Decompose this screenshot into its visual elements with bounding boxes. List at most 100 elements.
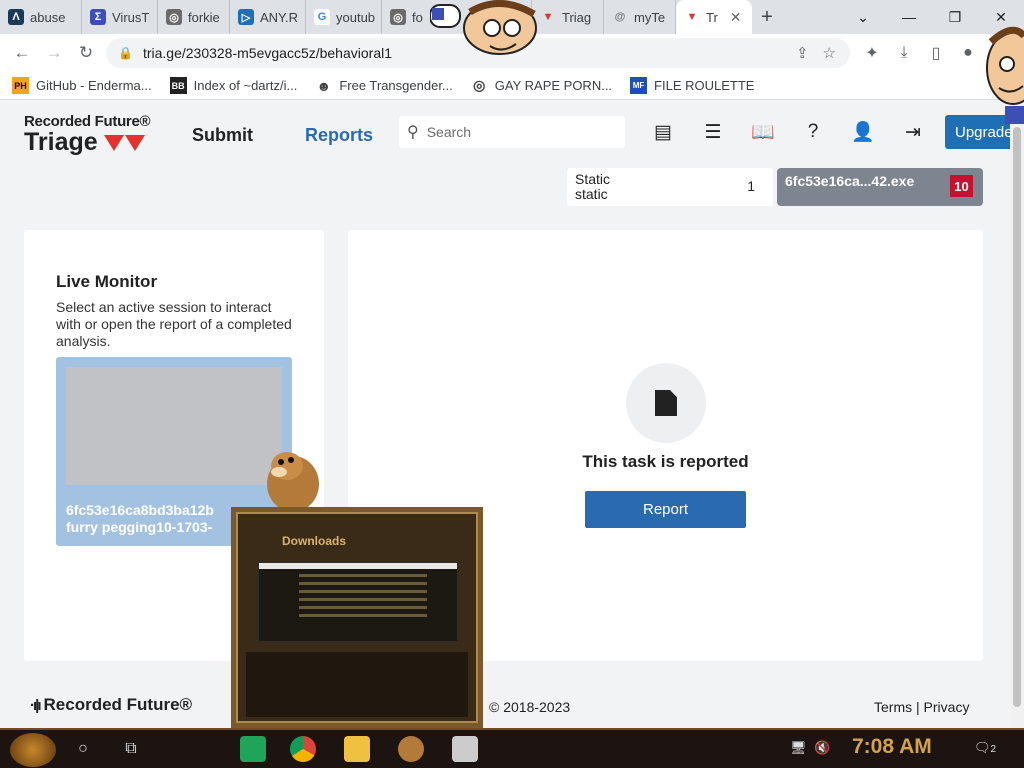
cartoon-face-icon (430, 0, 537, 55)
task-view-icon[interactable]: ⧉ (120, 738, 142, 760)
scrollbar-thumb[interactable] (1013, 127, 1021, 707)
tab-label: Triag (562, 9, 592, 25)
tab-label: youtub (336, 9, 376, 25)
bookmarks-bar: PH GitHub - Enderma... BB Index of ~dart… (0, 72, 1024, 100)
live-monitor-title: Live Monitor (56, 272, 158, 291)
tab-label: Tr (706, 9, 718, 25)
tab-search-icon[interactable]: ⌄ (840, 0, 886, 34)
search-input[interactable]: ⚲ Search (399, 116, 625, 148)
header-icons: ▤ ☰ 📖 ? 👤 ⇥ (650, 119, 926, 145)
live-monitor-description: Select an active session to interact wit… (56, 299, 292, 349)
logout-icon[interactable]: ⇥ (900, 119, 926, 145)
extensions-icon[interactable]: ✦ (862, 43, 882, 63)
start-button[interactable] (10, 733, 56, 767)
bookmark-favicon-icon: PH (12, 77, 29, 94)
tab-label: ANY.R (260, 9, 299, 25)
page-scrollbar[interactable] (1010, 101, 1024, 728)
notification-count: 2 (990, 744, 997, 755)
comments-icon[interactable]: ▤ (650, 119, 676, 145)
browser-tab[interactable]: Σ VirusT (82, 0, 158, 34)
static-label: Static (575, 171, 611, 187)
notes-app-icon[interactable] (240, 736, 266, 762)
gopher-mascot-icon (267, 452, 319, 510)
browser-tab[interactable]: ▷ ANY.R (230, 0, 306, 34)
tab-label: abuse (30, 9, 66, 25)
network-icon[interactable]: 🖥 (790, 740, 807, 756)
privacy-link[interactable]: Privacy (924, 699, 970, 715)
footer-links: Terms | Privacy (874, 699, 969, 715)
browser-tab[interactable]: G youtub (306, 0, 382, 34)
browser-tab[interactable]: @ myTe (604, 0, 676, 34)
nav-submit[interactable]: Submit (192, 125, 253, 146)
bookmark-star-icon[interactable]: ☆ (823, 44, 836, 62)
footer-separator: | (916, 699, 920, 715)
tab-favicon-icon: @ (614, 11, 626, 23)
gopher-app-icon[interactable] (398, 736, 424, 762)
footer-logo[interactable]: ·ı|ı Recorded Future® (30, 695, 192, 715)
nav-reports[interactable]: Reports (305, 125, 373, 146)
report-button[interactable]: Report (585, 491, 746, 528)
sample-file-tab[interactable]: 6fc53e16ca...42.exe 10 (777, 168, 983, 206)
bookmark-item[interactable]: ◎ GAY RAPE PORN... (471, 77, 612, 94)
static-analysis-tab[interactable]: Static static 1 (567, 168, 773, 206)
browser-tab[interactable]: ▼ Triag (532, 0, 604, 34)
cortana-icon[interactable]: ○ (72, 738, 94, 760)
tab-label: forkie (188, 9, 220, 25)
downloads-preview (258, 562, 458, 642)
browser-tab-active[interactable]: ▼ Tr ✕ (676, 0, 752, 34)
side-panel-icon[interactable]: ▯ (926, 43, 946, 63)
clock[interactable]: 7:08 AM (852, 735, 932, 759)
footer-logo-text: Recorded Future® (43, 695, 193, 714)
bookmark-item[interactable]: PH GitHub - Enderma... (12, 77, 152, 94)
windows-taskbar: ○ ⧉ 🖥 🔇 7:08 AM 🗨2 (0, 728, 1024, 768)
tab-favicon-icon: ◎ (166, 9, 182, 25)
bookmark-favicon-icon: BB (169, 77, 187, 94)
help-icon[interactable]: ? (800, 119, 826, 145)
bookmark-item[interactable]: BB Index of ~dartz/i... (169, 77, 298, 94)
new-tab-button[interactable]: + (752, 6, 782, 29)
file-explorer-icon[interactable] (344, 736, 370, 762)
sample-file-name: 6fc53e16ca...42.exe (785, 173, 915, 189)
tab-favicon-icon: G (314, 9, 330, 25)
profile-icon[interactable]: ● (958, 44, 978, 62)
bookmark-label: Free Transgender... (339, 78, 453, 93)
url-text: tria.ge/230328-m5evgacc5z/behavioral1 (142, 45, 392, 61)
lock-icon[interactable]: 🔒 (118, 46, 133, 60)
app-icon[interactable] (452, 736, 478, 762)
back-icon[interactable]: ← (6, 43, 38, 63)
server-icon[interactable]: ☰ (700, 119, 726, 145)
browser-tab[interactable]: ◎ forkie (158, 0, 230, 34)
terms-link[interactable]: Terms (874, 699, 912, 715)
bookmark-item[interactable]: ☻ Free Transgender... (315, 77, 452, 94)
share-icon[interactable]: ⇪ (796, 44, 809, 62)
overlay-title: Downloads (282, 534, 347, 548)
downloads-overlay-window[interactable]: Downloads (231, 507, 483, 728)
forward-icon[interactable]: → (38, 43, 70, 63)
bookmark-favicon-icon: MF (630, 77, 648, 94)
notification-icon[interactable]: 🗨2 (974, 740, 996, 756)
tab-favicon-icon: ▼ (542, 11, 554, 23)
tab-favicon-icon: ▷ (238, 9, 254, 25)
tab-favicon-icon: Λ (8, 9, 24, 25)
bookmark-favicon-icon: ◎ (473, 77, 486, 93)
bookmark-label: GAY RAPE PORN... (494, 78, 613, 93)
chrome-icon[interactable] (290, 736, 316, 762)
bookmark-label: FILE ROULETTE (654, 78, 755, 93)
brand-main-text: Triage (24, 128, 98, 156)
volume-muted-icon[interactable]: 🔇 (814, 740, 830, 756)
bookmark-item[interactable]: MF FILE ROULETTE (630, 77, 754, 94)
reload-icon[interactable]: ↻ (70, 43, 102, 63)
report-document-icon (626, 363, 706, 443)
minimize-icon[interactable]: — (886, 0, 932, 34)
download-icon[interactable]: ⤓ (894, 44, 914, 62)
search-placeholder: Search (426, 124, 472, 140)
cartoon-face-icon (986, 26, 1024, 124)
tab-label: fo (412, 9, 423, 25)
triage-logo[interactable]: Recorded Future® Triage (24, 113, 151, 157)
maximize-icon[interactable]: ❐ (932, 0, 978, 34)
docs-book-icon[interactable]: 📖 (750, 119, 776, 145)
close-tab-icon[interactable]: ✕ (730, 9, 742, 26)
bookmark-label: Index of ~dartz/i... (193, 78, 298, 93)
browser-tab[interactable]: Λ abuse (0, 0, 82, 34)
user-icon[interactable]: 👤 (850, 119, 876, 145)
